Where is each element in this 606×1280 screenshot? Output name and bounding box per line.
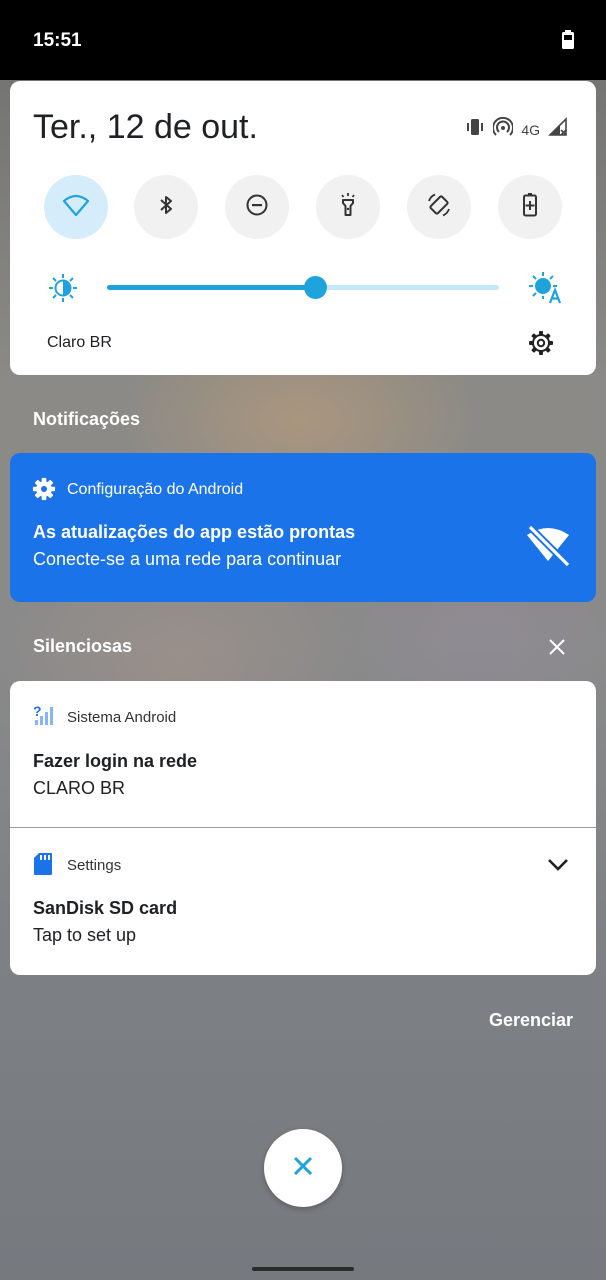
carrier-label: Claro BR [47, 334, 112, 351]
notification-title: Fazer login na rede [33, 751, 198, 771]
notification-body: Tap to set up [33, 925, 137, 945]
battery-saver-tile[interactable] [498, 175, 562, 239]
battery-icon [560, 30, 576, 55]
manage-button[interactable]: Gerenciar [489, 1010, 573, 1031]
vibrate-icon [465, 117, 485, 142]
auto-brightness-icon[interactable] [528, 271, 562, 310]
brightness-icon [48, 273, 78, 308]
brightness-fill [107, 285, 315, 290]
gear-icon[interactable] [528, 330, 554, 361]
sd-card-icon [33, 852, 53, 881]
notification-title: SanDisk SD card [33, 898, 178, 918]
status-time: 15:51 [33, 30, 82, 51]
home-indicator[interactable] [252, 1267, 354, 1271]
brightness-slider[interactable] [107, 276, 499, 299]
close-icon[interactable] [546, 636, 568, 663]
signal-icon [548, 117, 568, 142]
system-icons: 4G [465, 116, 568, 142]
battery-saver-icon [518, 192, 542, 223]
notification-app-name: Settings [67, 857, 122, 874]
notification-body: CLARO BR [33, 778, 126, 798]
date-label: Ter., 12 de out. [33, 108, 258, 146]
list-item[interactable]: Settings SanDisk SD card Tap to set up [10, 828, 596, 975]
notification-title: As atualizações do app estão prontas [33, 522, 356, 542]
wifi-icon [61, 190, 91, 225]
silent-header: Silenciosas [33, 636, 133, 656]
auto-rotate-icon [425, 191, 453, 224]
bluetooth-icon [153, 192, 179, 223]
signal-question-icon: ? [33, 703, 55, 732]
do-not-disturb-icon [244, 192, 270, 223]
brightness-thumb[interactable] [303, 276, 327, 299]
flashlight-icon [335, 192, 361, 223]
silent-notifications-card: ? Sistema Android Fazer login na rede CL… [10, 681, 596, 975]
wifi-off-icon [524, 523, 572, 572]
flashlight-tile[interactable] [316, 175, 380, 239]
do-not-disturb-tile[interactable] [225, 175, 289, 239]
network-type: 4G [521, 121, 540, 138]
notification-app-name: Configuração do Android [67, 481, 244, 498]
notification-app-name: Sistema Android [67, 709, 177, 726]
chevron-down-icon[interactable] [546, 854, 570, 879]
notifications-header: Notificações [33, 409, 141, 429]
auto-rotate-tile[interactable] [407, 175, 471, 239]
gear-icon [32, 477, 56, 506]
notification-body: Conecte-se a uma rede para continuar [33, 549, 342, 569]
close-icon [290, 1153, 316, 1184]
list-item[interactable]: ? Sistema Android Fazer login na rede CL… [10, 681, 596, 827]
status-bar: 15:51 [0, 0, 606, 80]
bluetooth-tile[interactable] [134, 175, 198, 239]
clear-all-button[interactable] [264, 1129, 342, 1207]
hotspot-icon [492, 116, 515, 142]
wifi-tile[interactable] [44, 175, 108, 239]
quick-tiles [44, 175, 562, 239]
android-setup-notification[interactable]: Configuração do Android As atualizações … [10, 453, 596, 602]
quick-settings-panel: Ter., 12 de out. 4G Claro BR [10, 81, 596, 375]
